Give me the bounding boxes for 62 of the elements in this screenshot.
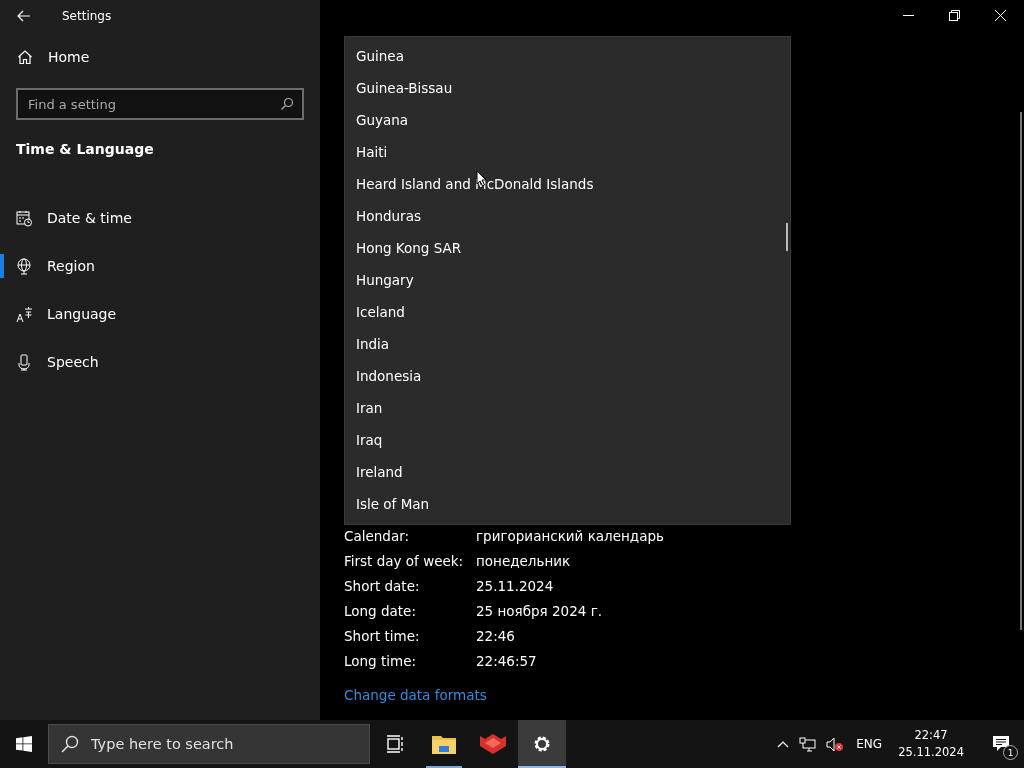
dropdown-option[interactable]: Hong Kong SAR: [345, 232, 790, 264]
home-icon: [17, 49, 33, 65]
taskbar-app[interactable]: [518, 720, 566, 768]
back-arrow-icon[interactable]: [17, 10, 31, 22]
format-value: 22:46:57: [476, 652, 538, 671]
notifications-icon[interactable]: [992, 735, 1010, 753]
search-icon: [280, 97, 294, 111]
nav-item[interactable]: Date & time: [0, 194, 320, 242]
dropdown-option[interactable]: Isle of Man: [345, 488, 790, 520]
format-value: 25.11.2024: [476, 577, 555, 596]
folder-icon: [432, 734, 456, 754]
notification-count: 1: [1003, 745, 1018, 760]
format-label: Short time:: [344, 627, 421, 646]
dropdown-option[interactable]: Guinea-Bissau: [345, 72, 790, 104]
dropdown-option[interactable]: Guinea: [345, 40, 790, 72]
clock[interactable]: 22:47 25.11.2024: [898, 727, 964, 761]
search-field[interactable]: Find a setting: [16, 88, 304, 120]
home-link[interactable]: Home: [17, 41, 320, 73]
format-value: григорианский календарь: [476, 527, 665, 546]
dropdown-option[interactable]: Haiti: [345, 136, 790, 168]
search-input[interactable]: Type here to search: [91, 736, 369, 752]
change-formats-link[interactable]: Change data formats: [344, 687, 487, 703]
globe-icon: [16, 257, 33, 275]
dropdown-option[interactable]: Ireland: [345, 456, 790, 488]
format-label: Calendar:: [344, 527, 410, 546]
close-icon[interactable]: [995, 10, 1006, 21]
format-value: понедельник: [476, 552, 572, 571]
dropdown-option[interactable]: India: [345, 328, 790, 360]
page-scrollbar[interactable]: [1020, 112, 1022, 630]
format-value: 22:46: [476, 627, 516, 646]
search-icon: [61, 735, 79, 753]
nav-item[interactable]: Speech: [0, 338, 320, 386]
section-heading: Time & Language: [16, 141, 155, 159]
microphone-icon: [16, 353, 33, 371]
gear-icon: [532, 734, 552, 754]
dropdown-option[interactable]: Honduras: [345, 200, 790, 232]
dropdown-option[interactable]: Indonesia: [345, 360, 790, 392]
format-label: Long date:: [344, 602, 417, 621]
chevron-up-icon[interactable]: [777, 740, 790, 748]
format-value: 25 ноября 2024 г.: [476, 602, 603, 621]
network-icon[interactable]: [799, 736, 817, 752]
input-language[interactable]: ENG: [856, 737, 883, 751]
search-input[interactable]: Find a setting: [28, 96, 280, 112]
format-label: First day of week:: [344, 552, 465, 571]
muted-speaker-icon[interactable]: [826, 736, 845, 752]
dropdown-option[interactable]: Iceland: [345, 296, 790, 328]
dropdown-option[interactable]: Iraq: [345, 424, 790, 456]
nav-item[interactable]: Language: [0, 290, 320, 338]
format-label: Long time:: [344, 652, 417, 671]
cube-icon: [480, 734, 506, 754]
dropdown-option[interactable]: Guyana: [345, 104, 790, 136]
format-label: Short date:: [344, 577, 421, 596]
language-icon: [16, 305, 33, 323]
scrollbar-thumb[interactable]: [786, 223, 788, 251]
windows-logo-icon[interactable]: [16, 736, 32, 752]
task-view-icon: [386, 735, 404, 753]
taskbar-search-field[interactable]: Type here to search: [48, 724, 370, 764]
dropdown-option[interactable]: Iran: [345, 392, 790, 424]
restore-icon[interactable]: [949, 10, 960, 21]
calendar-clock-icon: [16, 209, 33, 227]
dropdown-option[interactable]: Hungary: [345, 264, 790, 296]
window-title: Settings: [62, 9, 112, 23]
